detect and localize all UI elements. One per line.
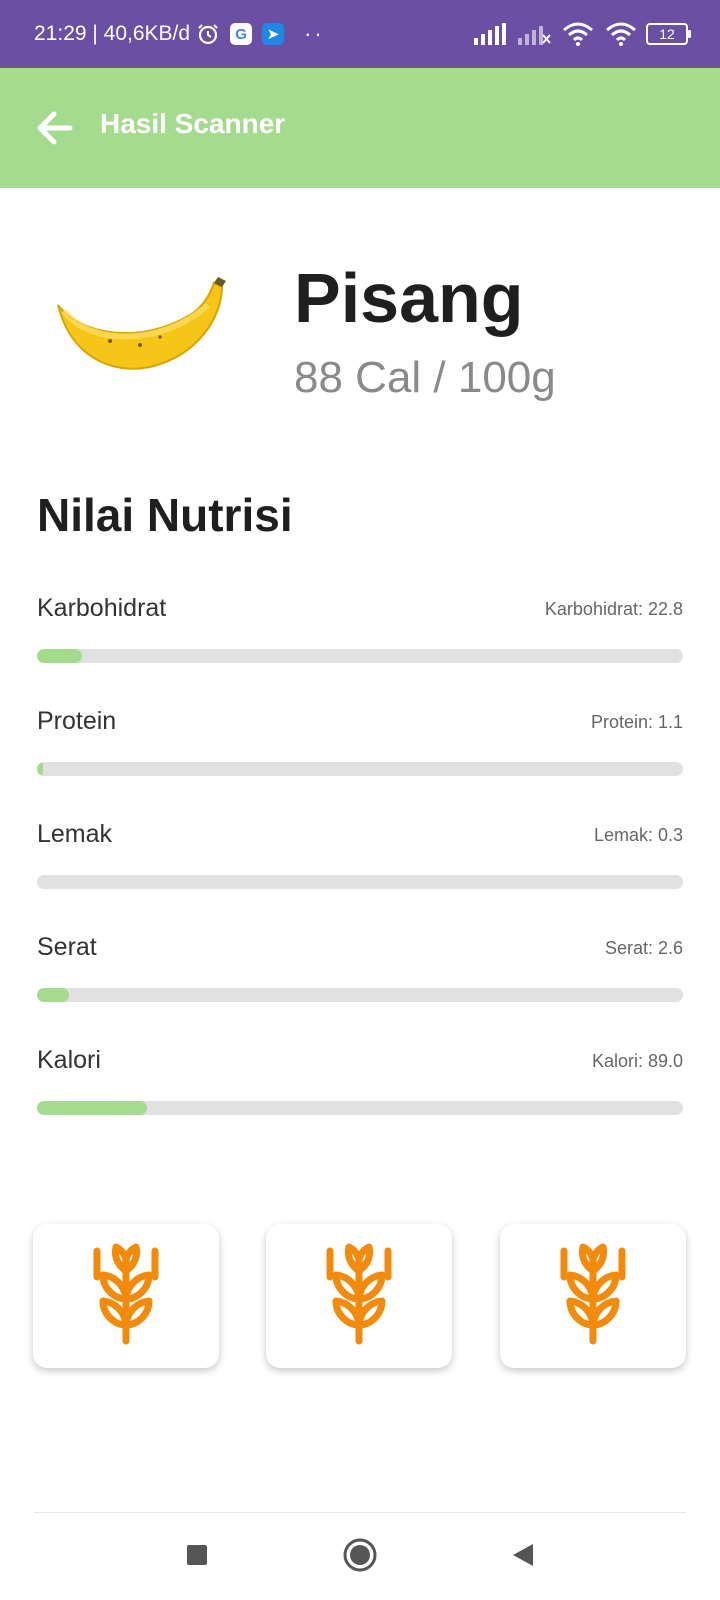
food-name: Pisang — [294, 259, 524, 337]
google-icon: G — [230, 23, 253, 45]
more-notifications-dots: ·· — [304, 21, 325, 46]
food-calories: 88 Cal / 100g — [294, 353, 556, 402]
alarm-icon — [198, 24, 218, 45]
nutrient-label: Protein — [37, 707, 117, 735]
page-title: Hasil Scanner — [100, 108, 286, 139]
progress-fill — [37, 762, 44, 776]
progress-track — [37, 649, 683, 663]
wifi-link-icon — [563, 22, 593, 46]
banana-icon — [57, 277, 226, 370]
progress-track — [37, 988, 683, 1002]
nutrient-row-protein: Protein Protein: 1.1 — [37, 707, 683, 797]
nutrient-value: Protein: 1.1 — [590, 712, 683, 732]
progress-track — [37, 875, 683, 889]
category-card[interactable] — [266, 1224, 452, 1368]
category-card[interactable] — [500, 1224, 686, 1368]
progress-fill — [37, 649, 83, 663]
status-bar: 21:29 | 40,6KB/d G ➤ ·· 12 — [0, 0, 720, 68]
nutrient-value: Serat: 2.6 — [604, 938, 683, 958]
nutrition-title: Nilai Nutrisi — [37, 489, 293, 541]
category-card[interactable] — [33, 1224, 219, 1368]
nutrient-row-karbohidrat: Karbohidrat Karbohidrat: 22.8 — [37, 594, 683, 684]
progress-fill — [37, 988, 70, 1002]
wheat-icon — [326, 1243, 392, 1345]
progress-track — [37, 762, 683, 776]
status-left: 21:29 | 40,6KB/d G ➤ ·· — [34, 21, 325, 47]
nutrient-row-lemak: Lemak Lemak: 0.3 — [37, 820, 683, 910]
progress-fill — [37, 1101, 147, 1115]
status-time-speed: 21:29 | 40,6KB/d — [34, 22, 191, 45]
nutrient-label: Serat — [37, 933, 97, 961]
nav-divider — [34, 1512, 686, 1513]
nutrient-label: Karbohidrat — [37, 594, 167, 622]
nutrient-value: Karbohidrat: 22.8 — [544, 599, 683, 619]
battery-icon: 12 — [646, 23, 691, 45]
wifi-icon — [606, 22, 636, 46]
nutrient-value: Kalori: 89.0 — [591, 1051, 683, 1071]
progress-track — [37, 1101, 683, 1115]
wheat-icon — [560, 1243, 626, 1345]
signal-no-service-icon — [518, 26, 551, 45]
recent-apps-icon[interactable] — [177, 1535, 217, 1575]
signal-icon — [474, 23, 506, 45]
home-icon[interactable] — [340, 1535, 380, 1575]
app-bar: Hasil Scanner — [0, 68, 720, 188]
nutrient-value: Lemak: 0.3 — [593, 825, 683, 845]
arrow-left-icon[interactable] — [34, 108, 74, 148]
nutrient-label: Kalori — [37, 1046, 101, 1074]
back-triangle-icon[interactable] — [503, 1535, 543, 1575]
nutrient-row-serat: Serat Serat: 2.6 — [37, 933, 683, 1023]
nutrient-label: Lemak — [37, 820, 113, 848]
nutrient-row-kalori: Kalori Kalori: 89.0 — [37, 1046, 683, 1136]
telegram-icon: ➤ — [262, 23, 285, 45]
status-right: 12 — [474, 0, 691, 68]
wheat-icon — [93, 1243, 159, 1345]
